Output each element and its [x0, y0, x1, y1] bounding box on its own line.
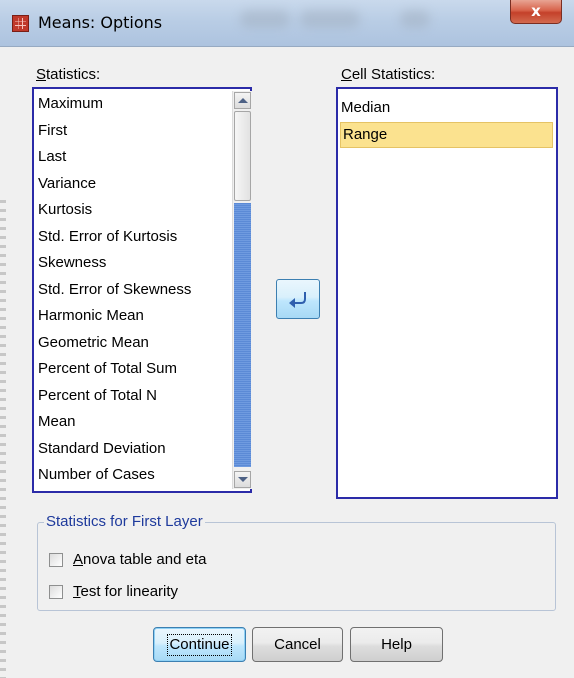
statistics-list[interactable]: Maximum First Last Variance Kurtosis Std. Err…	[32, 87, 252, 493]
move-button[interactable]	[276, 279, 320, 319]
continue-button[interactable]: Continue	[153, 627, 246, 662]
list-item[interactable]: Percent of Total Sum	[38, 356, 177, 382]
list-item[interactable]: Std. Error of Kurtosis	[38, 224, 177, 250]
statistics-scrollbar[interactable]	[232, 91, 252, 489]
scroll-down-icon[interactable]	[234, 471, 251, 488]
scrollbar-track[interactable]	[234, 203, 251, 467]
anova-checkbox-label[interactable]: Anova table and eta	[73, 551, 206, 568]
linearity-checkbox-label[interactable]: Test for linearity	[73, 583, 178, 600]
list-item[interactable]: Std. Error of Skewness	[38, 277, 191, 303]
anova-checkbox[interactable]	[49, 553, 63, 567]
list-item[interactable]: Median	[341, 95, 390, 121]
list-item[interactable]: Geometric Mean	[38, 330, 149, 356]
title-blur	[300, 10, 360, 28]
list-item[interactable]: Skewness	[38, 250, 106, 276]
statistics-label: Statistics:	[36, 66, 101, 83]
app-icon	[12, 15, 29, 32]
cancel-button[interactable]: Cancel	[252, 627, 343, 662]
list-item[interactable]: Number of Cases	[38, 462, 155, 488]
list-item[interactable]: Standard Deviation	[38, 436, 166, 462]
list-item[interactable]: First	[38, 118, 67, 144]
list-item[interactable]: Harmonic Mean	[38, 303, 144, 329]
list-item[interactable]: Kurtosis	[38, 197, 92, 223]
close-button[interactable]: x	[510, 0, 562, 24]
list-item[interactable]: Maximum	[38, 91, 103, 117]
list-item[interactable]: Mean	[38, 409, 76, 435]
cell-statistics-label: Cell Statistics:	[341, 66, 436, 83]
list-item[interactable]: Range	[340, 122, 553, 148]
help-button[interactable]: Help	[350, 627, 443, 662]
window-title: Means: Options	[38, 13, 163, 32]
scrollbar-thumb[interactable]	[234, 111, 251, 201]
list-item[interactable]: Last	[38, 144, 66, 170]
first-layer-group-title: Statistics for First Layer	[44, 513, 205, 530]
close-icon: x	[531, 2, 541, 20]
cell-statistics-list[interactable]: Median Range	[336, 87, 558, 499]
list-item[interactable]: Percent of Total N	[38, 383, 157, 409]
list-item[interactable]: Variance	[38, 171, 96, 197]
arrow-left-curved-icon	[289, 292, 306, 308]
linearity-checkbox[interactable]	[49, 585, 63, 599]
background-window-edge	[0, 200, 6, 678]
scroll-up-icon[interactable]	[234, 92, 251, 109]
title-blur	[240, 10, 290, 28]
title-blur	[400, 10, 430, 28]
title-bar: Means: Options x	[0, 0, 574, 47]
